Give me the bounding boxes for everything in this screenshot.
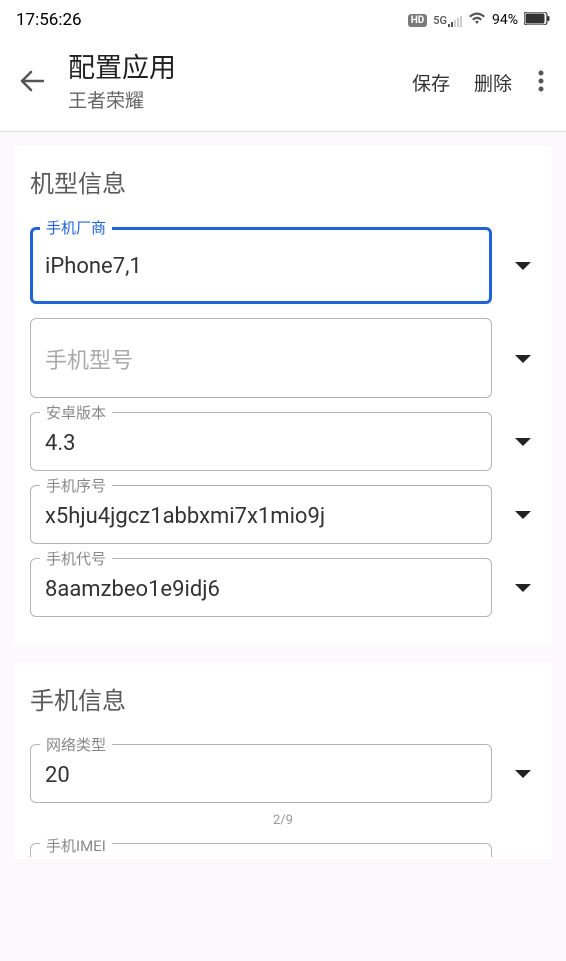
nettype-label: 网络类型 — [40, 734, 112, 755]
serial-dropdown-icon[interactable] — [510, 501, 536, 528]
codename-field[interactable]: 手机代号 8aamzbeo1e9idj6 — [30, 558, 492, 617]
header-actions: 保存 删除 — [408, 63, 550, 102]
section-title-2: 手机信息 — [30, 681, 536, 716]
model-row: 手机型号 — [30, 318, 536, 398]
android-label: 安卓版本 — [40, 402, 112, 423]
delete-button[interactable]: 删除 — [470, 63, 516, 102]
hd-badge: HD — [408, 14, 428, 27]
device-info-card: 机型信息 手机厂商 iPhone7,1 手机型号 安卓版本 4.3 — [14, 146, 552, 645]
vendor-dropdown-icon[interactable] — [510, 252, 536, 279]
codename-dropdown-icon[interactable] — [510, 574, 536, 601]
vendor-field[interactable]: 手机厂商 iPhone7,1 — [30, 227, 492, 304]
nettype-row: 网络类型 20 — [30, 744, 536, 803]
status-right: HD 5G 94% — [408, 11, 550, 29]
header-titles: 配置应用 王者荣耀 — [68, 52, 408, 113]
back-button[interactable] — [16, 62, 56, 104]
page-title: 配置应用 — [68, 52, 408, 84]
vendor-label: 手机厂商 — [40, 217, 112, 238]
section-title: 机型信息 — [30, 164, 536, 199]
page-indicator: 2/9 — [30, 813, 536, 828]
imei-field[interactable]: 手机IMEI — [30, 835, 492, 857]
save-button[interactable]: 保存 — [408, 63, 454, 102]
battery-percent: 94% — [492, 12, 518, 28]
codename-row: 手机代号 8aamzbeo1e9idj6 — [30, 558, 536, 617]
page-subtitle: 王者荣耀 — [68, 86, 408, 113]
android-field[interactable]: 安卓版本 4.3 — [30, 412, 492, 471]
status-bar: 17:56:26 HD 5G 94% — [0, 0, 566, 38]
serial-row: 手机序号 x5hju4jgcz1abbxmi7x1mio9j — [30, 485, 536, 544]
status-time: 17:56:26 — [16, 10, 82, 30]
app-header: 配置应用 王者荣耀 保存 删除 — [0, 38, 566, 132]
imei-label: 手机IMEI — [40, 835, 112, 856]
model-input[interactable]: 手机型号 — [30, 318, 492, 398]
nettype-field[interactable]: 网络类型 20 — [30, 744, 492, 803]
model-field[interactable]: 手机型号 — [30, 318, 492, 398]
codename-label: 手机代号 — [40, 548, 112, 569]
android-row: 安卓版本 4.3 — [30, 412, 536, 471]
vendor-row: 手机厂商 iPhone7,1 — [30, 227, 536, 304]
serial-field[interactable]: 手机序号 x5hju4jgcz1abbxmi7x1mio9j — [30, 485, 492, 544]
vendor-input[interactable]: iPhone7,1 — [30, 227, 492, 304]
wifi-icon — [468, 11, 486, 29]
phone-info-card: 手机信息 网络类型 20 2/9 手机IMEI — [14, 663, 552, 859]
battery-icon — [524, 12, 550, 29]
nettype-dropdown-icon[interactable] — [510, 760, 536, 787]
network-indicator: 5G — [433, 14, 462, 27]
imei-row: 手机IMEI — [30, 832, 536, 859]
model-dropdown-icon[interactable] — [510, 345, 536, 372]
android-dropdown-icon[interactable] — [510, 428, 536, 455]
serial-label: 手机序号 — [40, 475, 112, 496]
content-area: 机型信息 手机厂商 iPhone7,1 手机型号 安卓版本 4.3 — [0, 132, 566, 891]
more-menu-button[interactable] — [532, 64, 550, 102]
